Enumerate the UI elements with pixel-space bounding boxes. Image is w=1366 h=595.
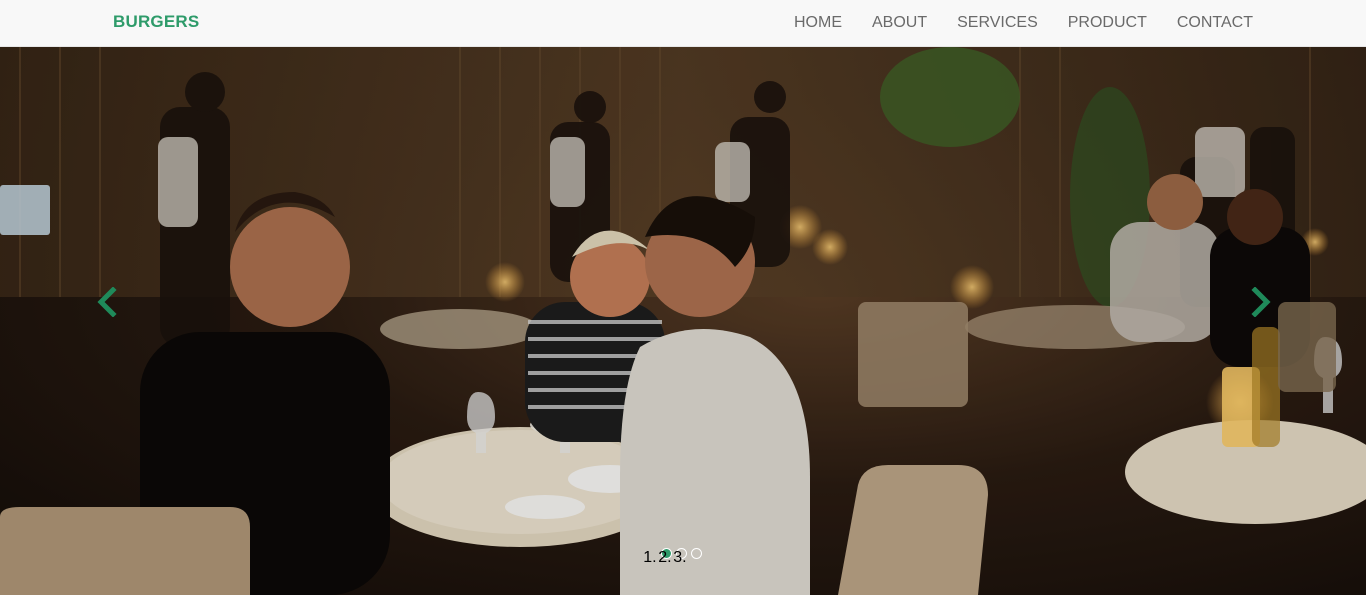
hero-carousel (0, 47, 1366, 595)
nav-link-contact[interactable]: CONTACT (1162, 0, 1253, 47)
nav-link-product[interactable]: PRODUCT (1053, 0, 1162, 47)
nav-item-contact: CONTACT (1162, 0, 1253, 47)
nav-item-about: ABOUT (857, 0, 942, 47)
nav-item-services: SERVICES (942, 0, 1053, 47)
nav-link-about[interactable]: ABOUT (857, 0, 942, 47)
brand-logo[interactable]: BURGERS (113, 12, 199, 32)
carousel-indicator-3[interactable] (691, 548, 702, 559)
chevron-right-icon (1251, 287, 1271, 317)
nav-menu: HOME ABOUT SERVICES PRODUCT CONTACT (779, 0, 1253, 47)
carousel-indicators (661, 548, 702, 559)
nav-link-services[interactable]: SERVICES (942, 0, 1053, 47)
restaurant-scene-illustration (0, 47, 1366, 595)
nav-item-product: PRODUCT (1053, 0, 1162, 47)
chevron-left-icon (97, 287, 117, 317)
nav-link-home[interactable]: HOME (779, 0, 857, 47)
navbar: BURGERS HOME ABOUT SERVICES PRODUCT CONT… (0, 0, 1366, 47)
carousel-next-button[interactable] (1246, 287, 1276, 317)
nav-item-home: HOME (779, 0, 857, 47)
carousel-prev-button[interactable] (92, 287, 122, 317)
slide-image-restaurant (0, 47, 1366, 595)
